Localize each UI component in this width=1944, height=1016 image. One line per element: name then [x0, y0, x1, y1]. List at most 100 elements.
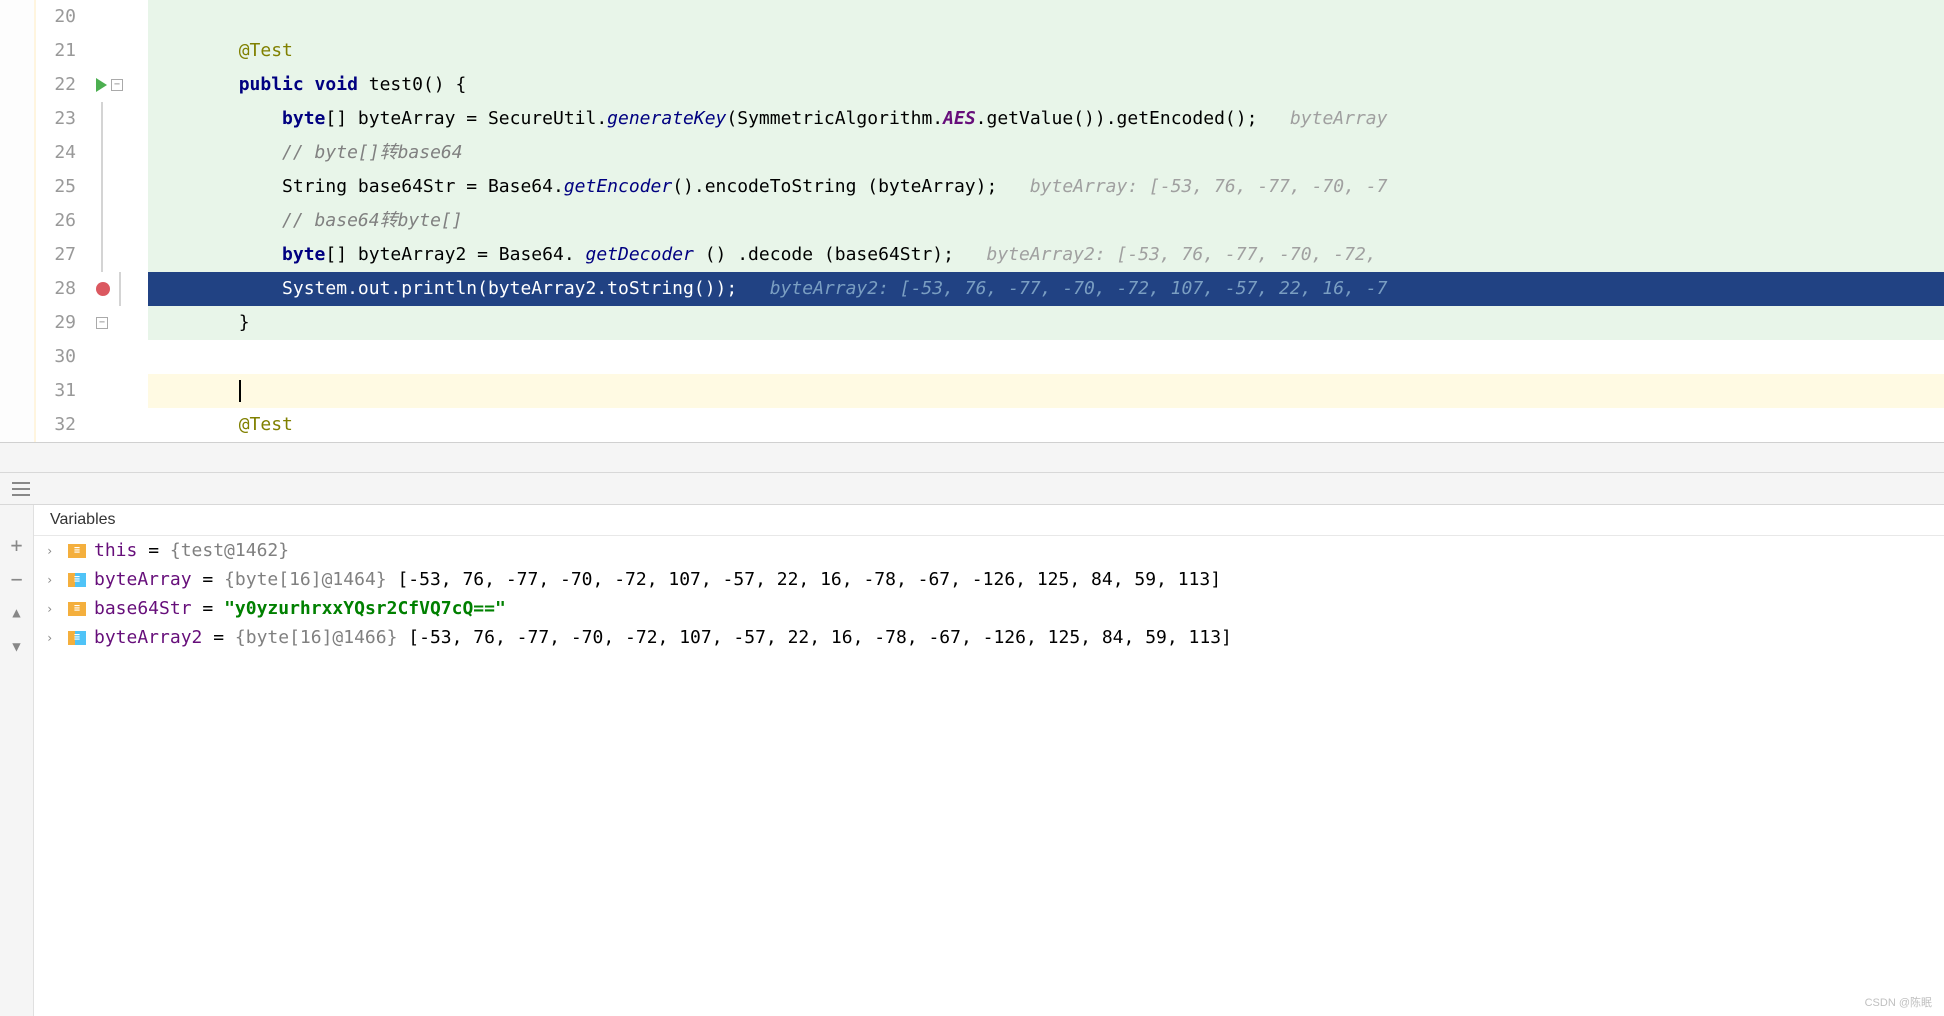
change-indicator [0, 136, 36, 170]
variable-row[interactable]: › ≡ byteArray2 = {byte[16]@1466} [-53, 76,… [34, 623, 1944, 652]
code-line[interactable]: 26 // base64转byte[] [0, 204, 1944, 238]
change-indicator [0, 204, 36, 238]
line-number[interactable]: 22 [36, 68, 92, 102]
code-line[interactable]: 31 [0, 374, 1944, 408]
line-number[interactable]: 24 [36, 136, 92, 170]
object-icon: ≡ [68, 544, 86, 558]
code-text[interactable]: // byte[]转base64 [148, 136, 1944, 170]
gutter[interactable] [92, 34, 148, 68]
variable-text: this = {test@1462} [94, 540, 289, 561]
gutter[interactable] [92, 340, 148, 374]
gutter[interactable]: − [92, 68, 148, 102]
code-line[interactable]: 27 byte[] byteArray2 = Base64. getDecode… [0, 238, 1944, 272]
code-line[interactable]: 24 // byte[]转base64 [0, 136, 1944, 170]
array-icon: ≡ [68, 631, 86, 645]
change-indicator [0, 340, 36, 374]
variable-text: byteArray = {byte[16]@1464} [-53, 76, -7… [94, 569, 1221, 590]
code-line[interactable]: 32 @Test [0, 408, 1944, 442]
array-icon: ≡ [68, 573, 86, 587]
object-icon: ≡ [68, 602, 86, 616]
code-line[interactable]: 28 System.out.println(byteArray2.toStrin… [0, 272, 1944, 306]
fold-guide [101, 136, 103, 170]
line-number[interactable]: 21 [36, 34, 92, 68]
line-number[interactable]: 20 [36, 0, 92, 34]
expand-chevron-icon[interactable]: › [46, 544, 60, 558]
remove-watch-button[interactable]: − [7, 569, 27, 589]
gutter[interactable] [92, 136, 148, 170]
gutter[interactable] [92, 102, 148, 136]
fold-guide [101, 102, 103, 136]
code-line[interactable]: 25 String base64Str = Base64.getEncoder(… [0, 170, 1944, 204]
variable-text: base64Str = "y0yzurhrxxYQsr2CfVQ7cQ==" [94, 598, 506, 619]
code-text[interactable]: byte[] byteArray2 = Base64. getDecoder (… [148, 238, 1944, 272]
expand-chevron-icon[interactable]: › [46, 631, 60, 645]
variables-panel: + − ▲ ▼ Variables › ≡ this = {test@1462} › ≡… [0, 505, 1944, 1016]
debug-toolbar [0, 473, 1944, 505]
line-number[interactable]: 23 [36, 102, 92, 136]
add-watch-button[interactable]: + [7, 535, 27, 555]
line-number[interactable]: 32 [36, 408, 92, 442]
gutter[interactable] [92, 272, 148, 306]
code-text[interactable]: } [148, 306, 1944, 340]
change-indicator [0, 272, 36, 306]
change-indicator [0, 102, 36, 136]
code-text[interactable]: byte[] byteArray = SecureUtil.generateKe… [148, 102, 1944, 136]
line-number[interactable]: 30 [36, 340, 92, 374]
run-icon[interactable] [96, 78, 107, 92]
ide-window: 2021 @Test22− public void test0() {23 by… [0, 0, 1944, 1016]
code-text[interactable]: @Test [148, 34, 1944, 68]
change-indicator [0, 408, 36, 442]
code-text[interactable]: String base64Str = Base64.getEncoder().e… [148, 170, 1944, 204]
fold-icon[interactable]: − [111, 79, 123, 91]
gutter[interactable] [92, 0, 148, 34]
gutter[interactable] [92, 238, 148, 272]
code-text[interactable]: System.out.println(byteArray2.toString()… [148, 272, 1944, 306]
change-indicator [0, 34, 36, 68]
change-indicator [0, 238, 36, 272]
code-text[interactable]: @Test [148, 408, 1944, 442]
line-number[interactable]: 29 [36, 306, 92, 340]
code-line[interactable]: 30 [0, 340, 1944, 374]
variable-row[interactable]: › ≡ base64Str = "y0yzurhrxxYQsr2CfVQ7cQ==" [34, 594, 1944, 623]
variables-tab-label[interactable]: Variables [34, 505, 1944, 536]
gutter[interactable] [92, 170, 148, 204]
line-number[interactable]: 27 [36, 238, 92, 272]
code-text[interactable]: public void test0() { [148, 68, 1944, 102]
gutter[interactable] [92, 204, 148, 238]
change-indicator [0, 0, 36, 34]
code-line[interactable]: 21 @Test [0, 34, 1944, 68]
move-up-button[interactable]: ▲ [7, 603, 27, 623]
code-line[interactable]: 29− } [0, 306, 1944, 340]
variable-row[interactable]: › ≡ this = {test@1462} [34, 536, 1944, 565]
code-line[interactable]: 23 byte[] byteArray = SecureUtil.generat… [0, 102, 1944, 136]
line-number[interactable]: 25 [36, 170, 92, 204]
expand-chevron-icon[interactable]: › [46, 602, 60, 616]
move-down-button[interactable]: ▼ [7, 637, 27, 657]
code-editor[interactable]: 2021 @Test22− public void test0() {23 by… [0, 0, 1944, 443]
variables-toolbar: + − ▲ ▼ [0, 505, 34, 1016]
fold-guide [101, 170, 103, 204]
fold-icon[interactable]: − [96, 317, 108, 329]
fold-guide [101, 238, 103, 272]
expand-chevron-icon[interactable]: › [46, 573, 60, 587]
variable-text: byteArray2 = {byte[16]@1466} [-53, 76, -… [94, 627, 1232, 648]
line-number[interactable]: 26 [36, 204, 92, 238]
code-line[interactable]: 22 − public void test0() { [0, 68, 1944, 102]
line-number[interactable]: 28 [36, 272, 92, 306]
code-text[interactable] [148, 340, 1944, 374]
variable-row[interactable]: › ≡ byteArray = {byte[16]@1464} [-53, 76, … [34, 565, 1944, 594]
line-number[interactable]: 31 [36, 374, 92, 408]
code-text[interactable]: // base64转byte[] [148, 204, 1944, 238]
text-cursor [239, 380, 241, 402]
change-indicator [0, 68, 36, 102]
panel-divider [0, 443, 1944, 473]
code-text[interactable] [148, 0, 1944, 34]
watches-icon[interactable] [12, 482, 30, 496]
change-indicator [0, 306, 36, 340]
gutter[interactable] [92, 408, 148, 442]
code-text[interactable] [148, 374, 1944, 408]
watermark: CSDN @陈眠 [1865, 994, 1932, 1010]
gutter[interactable] [92, 374, 148, 408]
breakpoint-icon[interactable] [96, 282, 110, 296]
code-line[interactable]: 20 [0, 0, 1944, 34]
